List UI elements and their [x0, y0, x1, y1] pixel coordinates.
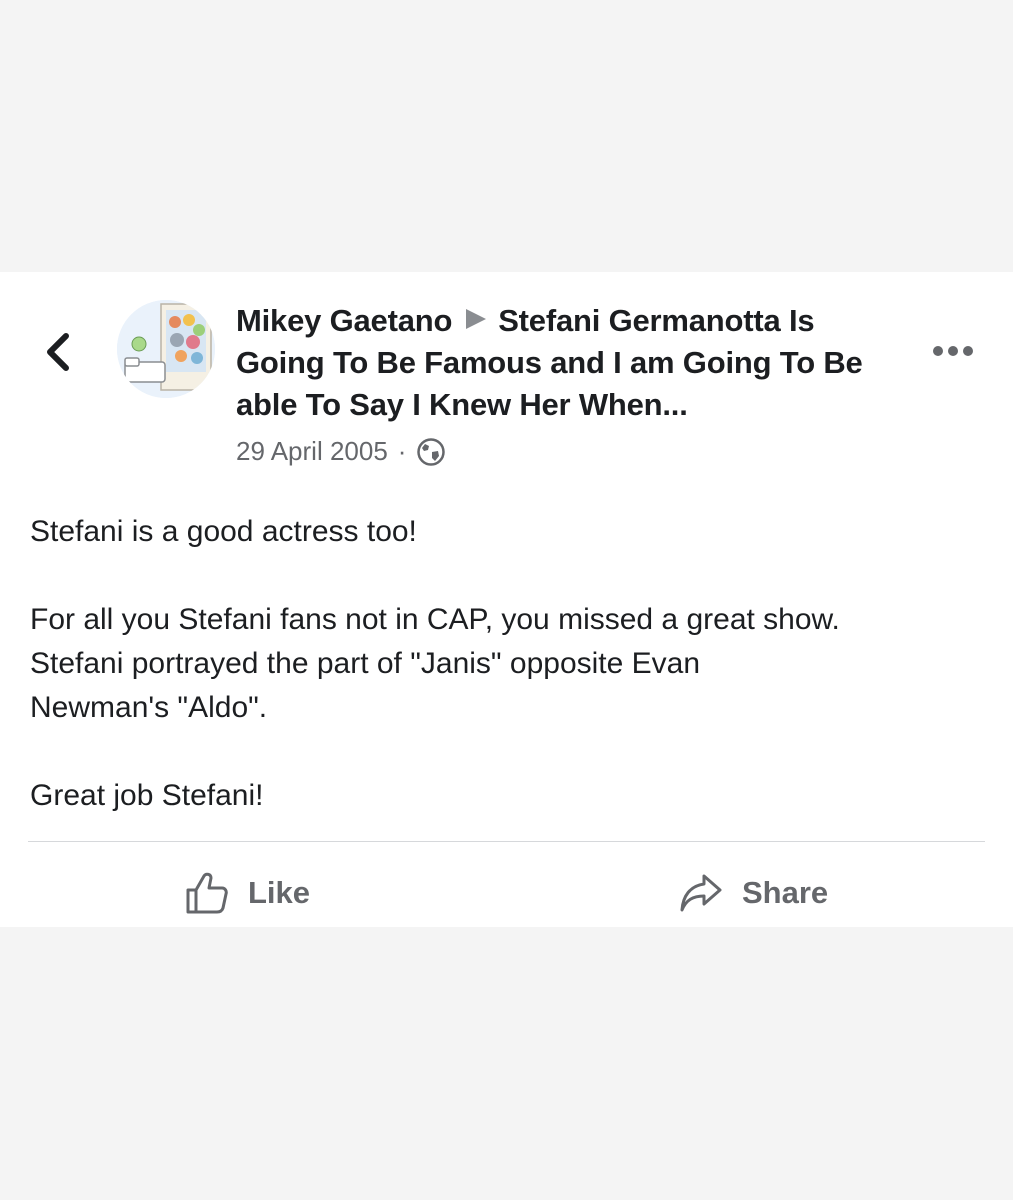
post-text-line: Stefani portrayed the part of "Janis" op…: [30, 647, 701, 680]
share-label: Share: [742, 875, 829, 910]
more-options-icon: [933, 346, 973, 356]
post-text-line: Newman's "Aldo".: [30, 691, 268, 724]
thumbs-up-icon: [186, 872, 228, 914]
divider: [28, 841, 985, 842]
post-body: Stefani is a good actress too! For all y…: [30, 510, 990, 818]
share-arrow-icon: [680, 874, 722, 912]
post-header: Mikey Gaetano Stefani Germanotta Is Going…: [236, 300, 886, 467]
post-text-line: For all you Stefani fans not in CAP, you…: [30, 603, 840, 636]
like-label: Like: [248, 875, 311, 910]
group-cover-image: [117, 300, 215, 398]
author-name[interactable]: Mikey Gaetano: [236, 303, 452, 338]
share-button[interactable]: Share: [678, 862, 828, 924]
post-title: Mikey Gaetano Stefani Germanotta Is Going…: [236, 300, 886, 426]
post-date[interactable]: 29 April 2005: [236, 436, 388, 467]
back-button[interactable]: [36, 330, 80, 374]
chevron-left-icon: [47, 333, 69, 371]
globe-icon: [417, 437, 446, 466]
triangle-right-icon: [466, 309, 487, 329]
more-options-button[interactable]: [931, 336, 975, 366]
post-text-line: Stefani is a good actress too!: [30, 515, 417, 548]
post-text-line: Great job Stefani!: [30, 779, 264, 812]
avatar[interactable]: [117, 300, 215, 398]
post-meta: 29 April 2005 ·: [236, 436, 886, 467]
like-button[interactable]: Like: [184, 862, 310, 924]
post-card: Mikey Gaetano Stefani Germanotta Is Going…: [0, 272, 1013, 927]
meta-separator: ·: [397, 436, 407, 466]
